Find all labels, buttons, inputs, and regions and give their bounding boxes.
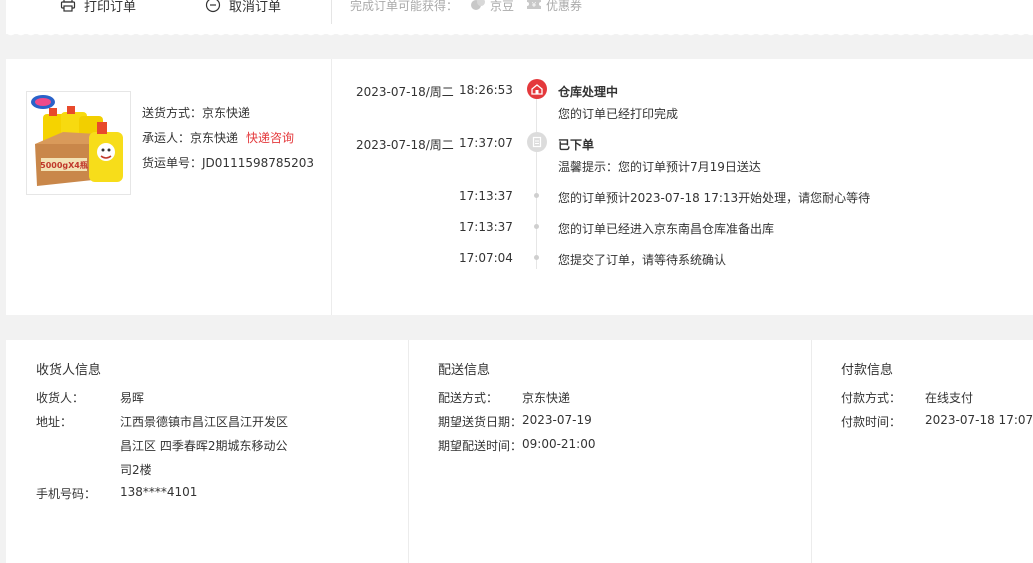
order-actions-bar: 打印订单 取消订单 完成订单可能获得： 京豆 ¥ 优惠券 bbox=[6, 0, 1033, 34]
logistics-tracking-card: 5000gX4瓶 送货方式：京东快递 承运人：京东快递 快递咨询 货运单号：JD… bbox=[6, 59, 1033, 315]
delivery-info-section: 配送信息 配送方式： 京东快递 期望送货日期： 2023-07-19 期望配送时… bbox=[409, 340, 812, 563]
consignee-info-section: 收货人信息 收货人： 易晖 地址： 江西景德镇市昌江区昌江开发区 昌江区 四季春… bbox=[6, 340, 409, 563]
payment-info-section: 付款信息 付款方式： 在线支付 付款时间： 2023-07-18 17:07:1… bbox=[812, 340, 1033, 563]
address-label: 地址： bbox=[36, 415, 73, 429]
coupon-reward: ¥ 优惠券 bbox=[526, 0, 582, 14]
detergent-product-image: 5000gX4瓶 bbox=[27, 92, 130, 194]
carrier-row: 承运人：京东快递 快递咨询 bbox=[142, 126, 314, 151]
section-title: 配送信息 bbox=[438, 363, 491, 378]
carrier-label: 承运人： bbox=[142, 131, 191, 145]
shipping-method-row: 送货方式：京东快递 bbox=[142, 101, 314, 126]
coupon-label: 优惠券 bbox=[546, 0, 583, 13]
tracking-number-label: 货运单号： bbox=[142, 156, 203, 170]
timeline-date: 2023-07-18/周二 bbox=[356, 138, 454, 152]
timeline-time: 18:26:53 bbox=[459, 83, 513, 97]
timeline-dot bbox=[534, 193, 539, 198]
expected-date-value: 2023-07-19 bbox=[522, 413, 592, 427]
timeline-dot bbox=[534, 224, 539, 229]
delivery-method-value: 京东快递 bbox=[522, 391, 571, 405]
payment-time-value: 2023-07-18 17:07:13 bbox=[925, 413, 1033, 427]
tracking-number-value: JD0111598785203 bbox=[202, 156, 315, 170]
cancel-order-button[interactable]: 取消订单 bbox=[205, 0, 281, 16]
timeline-desc: 您的订单已经进入京东南昌仓库准备出库 bbox=[558, 222, 775, 236]
section-title: 收货人信息 bbox=[36, 363, 102, 378]
coupon-icon: ¥ bbox=[526, 0, 542, 14]
pack-size-text: 5000gX4瓶 bbox=[40, 160, 88, 170]
shipping-method-label: 送货方式： bbox=[142, 106, 203, 120]
timeline-desc: 您提交了订单，请等待系统确认 bbox=[558, 253, 727, 267]
order-placed-icon bbox=[527, 132, 547, 152]
timeline-time: 17:13:37 bbox=[459, 189, 513, 203]
payment-method-label: 付款方式： bbox=[841, 391, 902, 405]
product-thumbnail[interactable]: 5000gX4瓶 bbox=[26, 91, 131, 195]
bean-icon bbox=[470, 0, 486, 14]
tracking-number-row: 货运单号：JD0111598785203 bbox=[142, 151, 314, 176]
tracking-timeline: 2023-07-18/周二 18:26:53 仓库处理中 您的订单已经打印完成 … bbox=[332, 59, 1033, 315]
timeline-line bbox=[536, 99, 537, 269]
carrier-value: 京东快递 bbox=[190, 131, 239, 145]
phone-label: 手机号码： bbox=[36, 487, 97, 501]
timeline-time: 17:37:07 bbox=[459, 136, 513, 150]
shipping-method-value: 京东快递 bbox=[202, 106, 251, 120]
expected-time-value: 09:00-21:00 bbox=[522, 437, 596, 451]
jd-bean-reward: 京豆 bbox=[470, 0, 514, 14]
section-title: 付款信息 bbox=[841, 363, 894, 378]
printer-icon bbox=[60, 0, 76, 13]
shipment-details: 送货方式：京东快递 承运人：京东快递 快递咨询 货运单号：JD0111598785… bbox=[142, 101, 314, 176]
timeline-title: 仓库处理中 bbox=[558, 85, 619, 99]
timeline-title: 已下单 bbox=[558, 138, 595, 152]
print-order-button[interactable]: 打印订单 bbox=[60, 0, 136, 16]
order-reward-info: 完成订单可能获得： 京豆 ¥ 优惠券 bbox=[350, 0, 582, 16]
divider bbox=[331, 0, 332, 24]
minus-circle-icon bbox=[205, 0, 221, 13]
warehouse-icon bbox=[527, 79, 547, 99]
timeline-time: 17:07:04 bbox=[459, 251, 513, 265]
order-info-card: 收货人信息 收货人： 易晖 地址： 江西景德镇市昌江区昌江开发区 昌江区 四季春… bbox=[6, 340, 1033, 563]
expected-date-label: 期望送货日期： bbox=[438, 415, 523, 429]
timeline-dot bbox=[534, 255, 539, 260]
timeline-time: 17:13:37 bbox=[459, 220, 513, 234]
address-line: 江西景德镇市昌江区昌江开发区 bbox=[120, 415, 289, 429]
consignee-name-value: 易晖 bbox=[120, 391, 145, 405]
address-line: 司2楼 bbox=[120, 463, 152, 477]
shipment-summary: 5000gX4瓶 送货方式：京东快递 承运人：京东快递 快递咨询 货运单号：JD… bbox=[6, 59, 332, 315]
expected-time-label: 期望配送时间： bbox=[438, 439, 523, 453]
consignee-name-label: 收货人： bbox=[36, 391, 85, 405]
timeline-desc: 温馨提示：您的订单预计7月19日送达 bbox=[558, 160, 761, 174]
timeline-desc: 您的订单预计2023-07-18 17:13开始处理，请您耐心等待 bbox=[558, 191, 871, 205]
timeline-desc: 您的订单已经打印完成 bbox=[558, 107, 679, 121]
reward-label: 完成订单可能获得： bbox=[350, 0, 459, 13]
timeline-date: 2023-07-18/周二 bbox=[356, 85, 454, 99]
print-order-label: 打印订单 bbox=[84, 0, 137, 15]
address-line: 昌江区 四季春晖2期城东移动公 bbox=[120, 439, 288, 453]
wavy-edge-decoration bbox=[6, 30, 1033, 38]
courier-consult-link[interactable]: 快递咨询 bbox=[246, 131, 294, 145]
svg-text:¥: ¥ bbox=[532, 1, 537, 9]
phone-value: 138****4101 bbox=[120, 485, 198, 499]
payment-method-value: 在线支付 bbox=[925, 391, 974, 405]
delivery-method-label: 配送方式： bbox=[438, 391, 499, 405]
bean-label: 京豆 bbox=[490, 0, 515, 13]
cancel-order-label: 取消订单 bbox=[229, 0, 282, 15]
payment-time-label: 付款时间： bbox=[841, 415, 902, 429]
